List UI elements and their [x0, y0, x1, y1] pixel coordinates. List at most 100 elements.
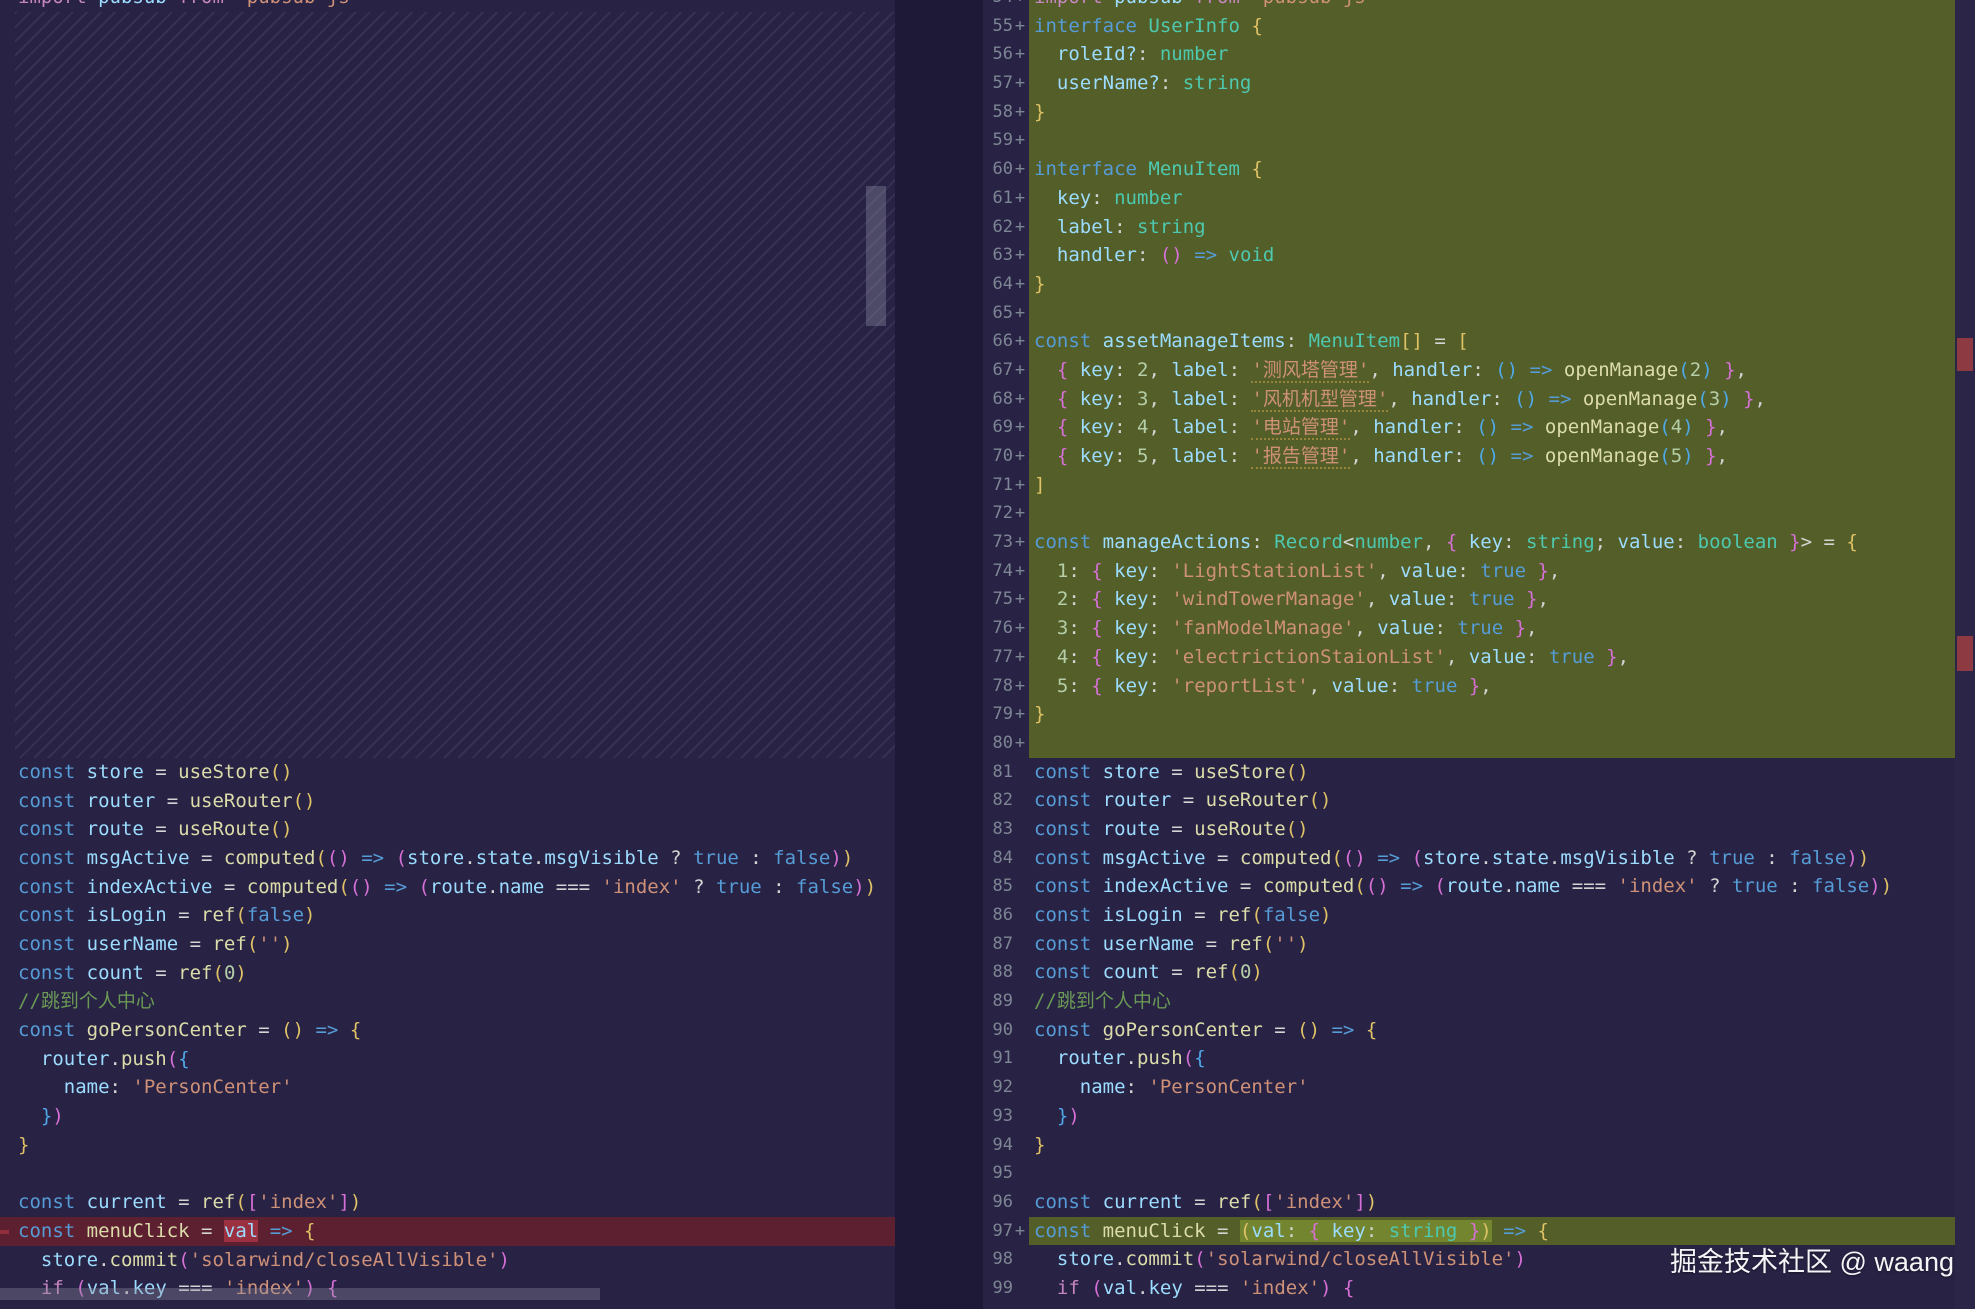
- code-text: interface UserInfo {: [1029, 12, 1955, 41]
- code-line[interactable]: 90const goPersonCenter = () => {: [983, 1016, 1955, 1045]
- line-number-value: 60: [983, 155, 1013, 184]
- code-token: (): [293, 790, 316, 812]
- line-number-value: 96: [983, 1188, 1013, 1217]
- line-number: 95: [983, 1159, 1029, 1188]
- code-line[interactable]: 70+ { key: 5, label: '报告管理', handler: ()…: [983, 442, 1955, 471]
- code-line[interactable]: const isLogin = ref(false): [0, 901, 895, 930]
- code-text: roleId?: number: [1029, 40, 1955, 69]
- code-line[interactable]: 81const store = useStore(): [983, 758, 1955, 787]
- code-line[interactable]: const route = useRoute(): [0, 815, 895, 844]
- code-line[interactable]: 63+ handler: () => void: [983, 241, 1955, 270]
- code-line[interactable]: 71+]: [983, 471, 1955, 500]
- code-token: ): [1297, 933, 1308, 955]
- code-line[interactable]: const current = ref(['index']): [0, 1188, 895, 1217]
- code-token: val: [1251, 1220, 1285, 1242]
- code-line[interactable]: const msgActive = computed(() => (store.…: [0, 844, 895, 873]
- code-line[interactable]: 95: [983, 1159, 1955, 1188]
- diff-added-marker: +: [1013, 126, 1027, 155]
- code-line[interactable]: 83const route = useRoute(): [983, 815, 1955, 844]
- code-line[interactable]: 67+ { key: 2, label: '测风塔管理', handler: (…: [983, 356, 1955, 385]
- code-line[interactable]: store.commit('solarwind/closeAllVisible'…: [0, 1246, 895, 1275]
- line-number-value: 64: [983, 270, 1013, 299]
- code-line[interactable]: 65+: [983, 299, 1955, 328]
- code-line[interactable]: 64+}: [983, 270, 1955, 299]
- code-token: }: [1743, 388, 1754, 410]
- line-number-value: 82: [983, 786, 1013, 815]
- code-line[interactable]: 66+const assetManageItems: MenuItem[] = …: [983, 327, 1955, 356]
- code-line[interactable]: }: [0, 1131, 895, 1160]
- code-text: const goPersonCenter = () => {: [0, 1016, 895, 1045]
- code-token: (: [1263, 933, 1274, 955]
- code-line[interactable]: 62+ label: string: [983, 213, 1955, 242]
- code-line[interactable]: name: 'PersonCenter': [0, 1073, 895, 1102]
- code-token: isLogin: [87, 904, 167, 926]
- code-line[interactable]: const count = ref(0): [0, 959, 895, 988]
- code-line[interactable]: import pubsub from 'pubsub-js': [0, 0, 895, 12]
- code-line[interactable]: 88const count = ref(0): [983, 958, 1955, 987]
- code-line[interactable]: 69+ { key: 4, label: '电站管理', handler: ()…: [983, 413, 1955, 442]
- code-line[interactable]: 94}: [983, 1131, 1955, 1160]
- code-line[interactable]: 59+: [983, 126, 1955, 155]
- code-line[interactable]: 56+ roleId?: number: [983, 40, 1955, 69]
- code-token: ,: [1148, 445, 1171, 467]
- left-horizontal-scrollbar-thumb[interactable]: [0, 1288, 600, 1300]
- code-line[interactable]: 74+ 1: { key: 'LightStationList', value:…: [983, 557, 1955, 586]
- code-line[interactable]: 85const indexActive = computed(() => (ro…: [983, 872, 1955, 901]
- code-line[interactable]: const goPersonCenter = () => {: [0, 1016, 895, 1045]
- code-line[interactable]: const indexActive = computed(() => (rout…: [0, 873, 895, 902]
- diff-added-marker: +: [1013, 184, 1027, 213]
- code-token: number: [1114, 187, 1183, 209]
- code-line[interactable]: 93 }): [983, 1102, 1955, 1131]
- code-token: ref: [178, 962, 212, 984]
- line-number-value: 68: [983, 385, 1013, 414]
- code-line[interactable]: router.push({: [0, 1045, 895, 1074]
- code-line[interactable]: 78+ 5: { key: 'reportList', value: true …: [983, 672, 1955, 701]
- line-number: 94: [983, 1131, 1029, 1160]
- code-line[interactable]: 55+interface UserInfo {: [983, 12, 1955, 41]
- code-line[interactable]: }): [0, 1102, 895, 1131]
- line-number: 97+: [983, 1217, 1029, 1246]
- code-line[interactable]: 79+}: [983, 700, 1955, 729]
- code-line[interactable]: 68+ { key: 3, label: '风机机型管理', handler: …: [983, 385, 1955, 414]
- code-line[interactable]: 54+import pubsub from 'pubsub-js': [983, 0, 1955, 12]
- right-diff-editor: 54+import pubsub from 'pubsub-js'55+inte…: [983, 0, 1955, 1309]
- left-vertical-scrollbar-thumb[interactable]: [866, 186, 886, 326]
- code-token: 'PersonCenter': [1148, 1076, 1308, 1098]
- code-line[interactable]: 92 name: 'PersonCenter': [983, 1073, 1955, 1102]
- code-token: =: [167, 1191, 201, 1213]
- code-line[interactable]: 82const router = useRouter(): [983, 786, 1955, 815]
- diff-added-marker: +: [1013, 69, 1027, 98]
- code-line[interactable]: 77+ 4: { key: 'electrictionStaionList', …: [983, 643, 1955, 672]
- code-line[interactable]: const menuClick = val => {: [0, 1217, 895, 1246]
- code-line[interactable]: [0, 1160, 895, 1189]
- code-token: store: [41, 1249, 98, 1271]
- code-line[interactable]: 60+interface MenuItem {: [983, 155, 1955, 184]
- code-token: const: [18, 1220, 87, 1242]
- code-line[interactable]: const userName = ref(''): [0, 930, 895, 959]
- code-line[interactable]: 84const msgActive = computed(() => (stor…: [983, 844, 1955, 873]
- code-line[interactable]: const router = useRouter(): [0, 787, 895, 816]
- code-line[interactable]: 73+const manageActions: Record<number, {…: [983, 528, 1955, 557]
- code-line[interactable]: 86const isLogin = ref(false): [983, 901, 1955, 930]
- code-line[interactable]: 87const userName = ref(''): [983, 930, 1955, 959]
- code-line[interactable]: 96const current = ref(['index']): [983, 1188, 1955, 1217]
- code-line[interactable]: 57+ userName?: string: [983, 69, 1955, 98]
- code-token: void: [1229, 244, 1275, 266]
- code-line[interactable]: 72+: [983, 499, 1955, 528]
- code-token: {: [1538, 1220, 1549, 1242]
- code-line[interactable]: //跳到个人中心: [0, 987, 895, 1016]
- code-line[interactable]: 61+ key: number: [983, 184, 1955, 213]
- code-line[interactable]: 89//跳到个人中心: [983, 987, 1955, 1016]
- code-token: import: [1034, 0, 1114, 8]
- line-number: 98: [983, 1245, 1029, 1274]
- code-line[interactable]: 58+}: [983, 98, 1955, 127]
- overview-ruler[interactable]: [1955, 0, 1975, 1309]
- code-line[interactable]: 75+ 2: { key: 'windTowerManage', value: …: [983, 585, 1955, 614]
- code-token: 4: [1137, 416, 1148, 438]
- code-line[interactable]: 100: [983, 1303, 1955, 1309]
- code-line[interactable]: 76+ 3: { key: 'fanModelManage', value: t…: [983, 614, 1955, 643]
- code-line[interactable]: 80+: [983, 729, 1955, 758]
- code-line[interactable]: 91 router.push({: [983, 1044, 1955, 1073]
- code-token: =: [1160, 818, 1194, 840]
- code-line[interactable]: const store = useStore(): [0, 758, 895, 787]
